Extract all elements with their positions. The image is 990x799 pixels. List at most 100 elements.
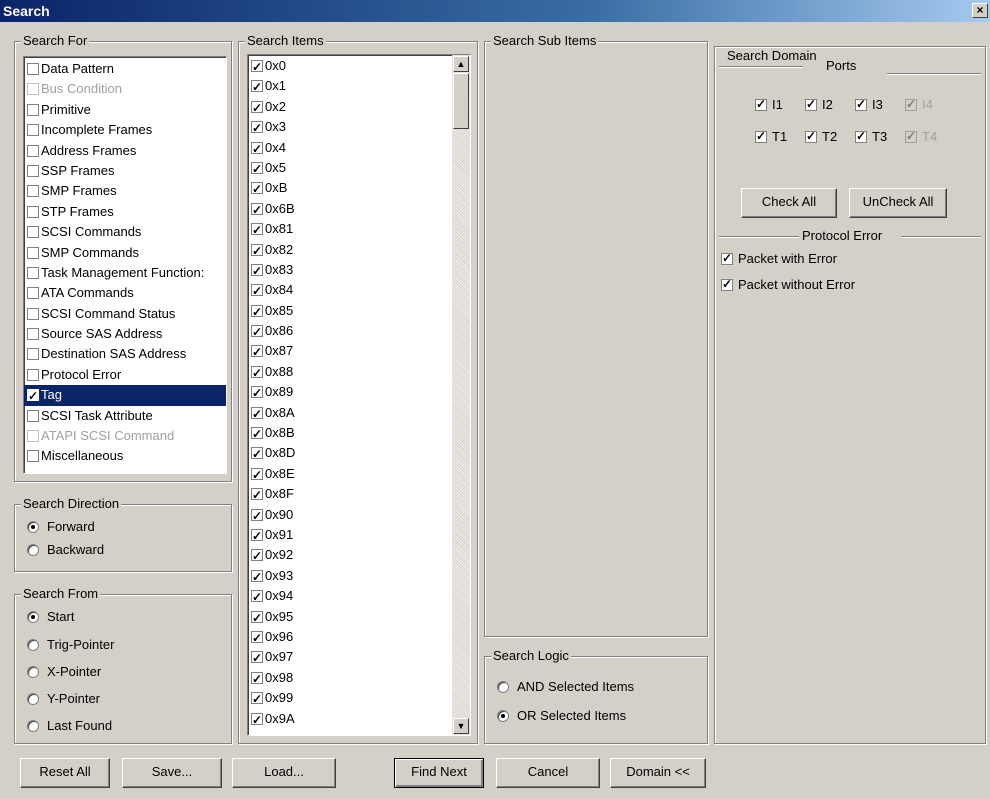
search-for-item[interactable]: Primitive <box>24 100 226 120</box>
cancel-button[interactable]: Cancel <box>496 758 600 788</box>
search-item[interactable]: 0x91 <box>248 525 470 546</box>
search-for-item[interactable]: Incomplete Frames <box>24 120 226 140</box>
search-for-item-checkbox[interactable] <box>27 266 39 279</box>
search-item[interactable]: 0x82 <box>248 240 470 261</box>
search-for-item-checkbox[interactable] <box>27 246 39 259</box>
search-for-item[interactable]: SMP Frames <box>24 181 226 201</box>
radio-forward-indicator[interactable] <box>27 521 39 533</box>
search-for-item[interactable]: Bus Condition <box>24 79 226 99</box>
radio-forward[interactable]: Forward <box>27 517 95 537</box>
port-checkbox-box[interactable] <box>755 96 767 112</box>
search-items-scrollbar[interactable]: ▲ ▼ <box>452 55 470 735</box>
search-item[interactable]: 0x90 <box>248 505 470 526</box>
radio-x-pointer-indicator[interactable] <box>27 666 39 678</box>
search-for-item[interactable]: Task Management Function: <box>24 263 226 283</box>
search-for-item-checkbox[interactable] <box>27 144 39 157</box>
search-for-item-checkbox[interactable] <box>27 386 39 406</box>
radio-trig-pointer[interactable]: Trig-Pointer <box>27 635 114 655</box>
search-item-checkbox[interactable] <box>251 608 263 628</box>
search-item[interactable]: 0x95 <box>248 607 470 628</box>
radio-last-found[interactable]: Last Found <box>27 716 112 736</box>
search-for-item-checkbox[interactable] <box>27 185 39 198</box>
radio-start[interactable]: Start <box>27 607 74 627</box>
search-item[interactable]: 0x5 <box>248 158 470 179</box>
search-for-item-checkbox[interactable] <box>27 368 39 381</box>
search-item[interactable]: 0x83 <box>248 260 470 281</box>
search-for-item[interactable]: SCSI Commands <box>24 222 226 242</box>
radio-y-pointer-indicator[interactable] <box>27 693 39 705</box>
search-for-item[interactable]: Destination SAS Address <box>24 344 226 364</box>
packet-without-error-checkbox[interactable]: Packet without Error <box>721 276 855 293</box>
search-item-checkbox[interactable] <box>251 77 263 97</box>
search-for-item[interactable]: Miscellaneous <box>24 446 226 466</box>
search-item[interactable]: 0x98 <box>248 668 470 689</box>
search-item[interactable]: 0x94 <box>248 586 470 607</box>
search-item[interactable]: 0x0 <box>248 56 470 77</box>
search-item-checkbox[interactable] <box>251 465 263 485</box>
search-item[interactable]: 0x88 <box>248 362 470 383</box>
scroll-up-icon[interactable]: ▲ <box>453 56 469 72</box>
scroll-thumb[interactable] <box>453 73 469 129</box>
search-item-checkbox[interactable] <box>251 444 263 464</box>
search-item[interactable]: 0x8F <box>248 484 470 505</box>
close-icon[interactable]: × <box>972 3 988 18</box>
port-checkbox[interactable]: I2 <box>805 96 833 113</box>
scroll-down-icon[interactable]: ▼ <box>453 718 469 734</box>
search-item-checkbox[interactable] <box>251 526 263 546</box>
search-item[interactable]: 0x2 <box>248 97 470 118</box>
search-for-item-checkbox[interactable] <box>27 205 39 218</box>
search-item-checkbox[interactable] <box>251 302 263 322</box>
search-item[interactable]: 0x3 <box>248 117 470 138</box>
port-checkbox-box[interactable] <box>855 96 867 112</box>
search-item[interactable]: 0x87 <box>248 341 470 362</box>
search-item-checkbox[interactable] <box>251 404 263 424</box>
search-item-checkbox[interactable] <box>251 98 263 118</box>
reset-all-button[interactable]: Reset All <box>20 758 110 788</box>
port-checkbox[interactable]: I1 <box>755 96 783 113</box>
port-checkbox[interactable]: T3 <box>855 128 887 145</box>
search-item-checkbox[interactable] <box>251 281 263 301</box>
port-checkbox[interactable]: I3 <box>855 96 883 113</box>
search-item-checkbox[interactable] <box>251 118 263 138</box>
search-item-checkbox[interactable] <box>251 241 263 261</box>
search-for-item-checkbox[interactable] <box>27 226 39 239</box>
port-checkbox-box[interactable] <box>855 128 867 144</box>
search-for-item-checkbox[interactable] <box>27 409 39 422</box>
search-item[interactable]: 0x89 <box>248 382 470 403</box>
radio-or-selected[interactable]: OR Selected Items <box>497 706 626 726</box>
find-next-button[interactable]: Find Next <box>394 758 484 788</box>
search-item[interactable]: 0x84 <box>248 280 470 301</box>
radio-or-selected-indicator[interactable] <box>497 710 509 722</box>
search-for-item-checkbox[interactable] <box>27 83 39 96</box>
load-button[interactable]: Load... <box>232 758 336 788</box>
search-for-item-checkbox[interactable] <box>27 287 39 300</box>
search-item[interactable]: 0x9A <box>248 709 470 730</box>
check-all-button[interactable]: Check All <box>741 188 837 218</box>
search-item[interactable]: 0x8B <box>248 423 470 444</box>
search-item-checkbox[interactable] <box>251 322 263 342</box>
search-item-checkbox[interactable] <box>251 669 263 689</box>
search-item-checkbox[interactable] <box>251 220 263 240</box>
port-checkbox[interactable]: T1 <box>755 128 787 145</box>
search-items-list[interactable]: 0x0 0x1 0x2 0x3 0x4 0x5 0xB 0x6B 0x81 0x82 0x83 0x8… <box>247 54 471 736</box>
search-item-checkbox[interactable] <box>251 179 263 199</box>
uncheck-all-button[interactable]: UnCheck All <box>849 188 947 218</box>
search-item[interactable]: 0x93 <box>248 566 470 587</box>
search-for-item-checkbox[interactable] <box>27 348 39 361</box>
search-item[interactable]: 0x8A <box>248 403 470 424</box>
search-item[interactable]: 0x1 <box>248 76 470 97</box>
search-item-checkbox[interactable] <box>251 689 263 709</box>
search-for-item-checkbox[interactable] <box>27 63 39 75</box>
search-for-item-checkbox[interactable] <box>27 103 39 116</box>
search-item-checkbox[interactable] <box>251 261 263 281</box>
search-for-item[interactable]: STP Frames <box>24 202 226 222</box>
search-item-checkbox[interactable] <box>251 648 263 668</box>
port-checkbox[interactable]: T2 <box>805 128 837 145</box>
search-for-item-checkbox[interactable] <box>27 124 39 137</box>
search-item[interactable]: 0x8E <box>248 464 470 485</box>
search-item-checkbox[interactable] <box>251 710 263 730</box>
search-item-checkbox[interactable] <box>251 587 263 607</box>
search-item-checkbox[interactable] <box>251 57 263 77</box>
search-for-item[interactable]: SMP Commands <box>24 243 226 263</box>
radio-backward[interactable]: Backward <box>27 540 104 560</box>
